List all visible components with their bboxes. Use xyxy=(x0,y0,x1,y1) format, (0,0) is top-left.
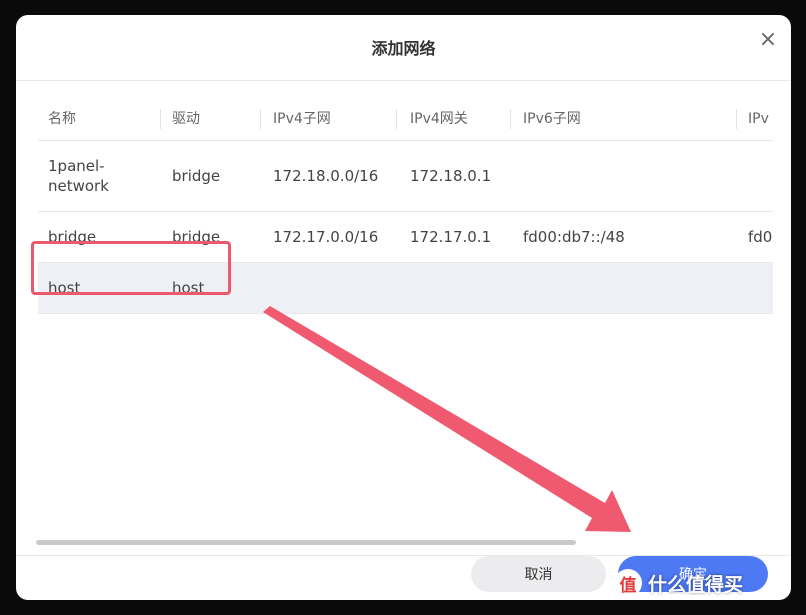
cell-ipv6-subnet xyxy=(523,263,743,313)
cell-ipv6-subnet: fd00:db7::/48 xyxy=(523,228,625,246)
column-header-ipv4-gateway[interactable]: IPv4网关 xyxy=(410,97,515,140)
column-divider xyxy=(160,109,161,129)
cell-ipv4-gateway: 172.18.0.1 xyxy=(410,167,492,185)
network-table: 名称 驱动 IPv4子网 IPv4网关 IPv6子网 IPv 1panel- n… xyxy=(38,97,773,529)
column-header-ipv6-gateway[interactable]: IPv xyxy=(748,97,773,140)
cell-driver: bridge xyxy=(172,167,221,185)
cell-ipv4-subnet: 172.17.0.0/16 xyxy=(273,228,379,246)
column-divider xyxy=(510,109,511,129)
column-header-driver[interactable]: 驱动 xyxy=(172,97,267,140)
highlight-box xyxy=(31,241,231,295)
dialog-title: 添加网络 xyxy=(371,39,436,58)
cell-ipv4-subnet xyxy=(273,263,403,313)
cell-ipv6-subnet xyxy=(523,141,743,211)
cell-ipv6-gateway xyxy=(748,263,773,313)
scrollbar-thumb[interactable] xyxy=(36,540,576,545)
column-header-ipv4-subnet[interactable]: IPv4子网 xyxy=(273,97,403,140)
close-icon[interactable]: × xyxy=(755,27,781,53)
column-divider xyxy=(260,109,261,129)
table-row[interactable]: 1panel- network bridge 172.18.0.0/16 172… xyxy=(38,141,773,212)
cell-ipv4-gateway xyxy=(410,263,515,313)
column-divider xyxy=(736,109,737,129)
watermark: 值 什么值得买 xyxy=(614,566,743,600)
add-network-dialog: 添加网络 × 名称 驱动 IPv4子网 IPv4网关 IPv6子网 IPv 1p… xyxy=(16,15,791,600)
watermark-text: 什么值得买 xyxy=(648,573,744,596)
cell-ipv4-subnet: 172.18.0.0/16 xyxy=(273,167,379,185)
column-header-name[interactable]: 名称 xyxy=(48,97,158,140)
cell-ipv6-gateway: fd0 xyxy=(748,228,773,246)
horizontal-scrollbar[interactable] xyxy=(36,540,773,546)
header-divider xyxy=(16,80,791,81)
cell-network-name: 1panel- network xyxy=(48,157,109,195)
table-header: 名称 驱动 IPv4子网 IPv4网关 IPv6子网 IPv xyxy=(38,97,773,141)
cancel-button[interactable]: 取消 xyxy=(471,556,606,592)
column-divider xyxy=(396,109,397,129)
watermark-logo-icon: 值 xyxy=(614,569,642,597)
cell-ipv6-gateway xyxy=(748,141,773,211)
cell-ipv4-gateway: 172.17.0.1 xyxy=(410,228,492,246)
column-header-ipv6-subnet[interactable]: IPv6子网 xyxy=(523,97,743,140)
